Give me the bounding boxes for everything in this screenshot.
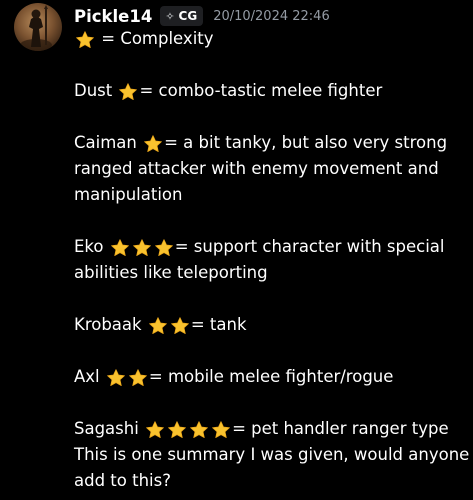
guild-tag-label: CG <box>178 9 198 23</box>
closing-text: This is one summary I was given, would a… <box>74 445 470 464</box>
entry-name: Krobaak <box>74 315 147 334</box>
star-icon <box>211 420 231 440</box>
star-rating <box>117 78 139 104</box>
star-icon <box>75 30 95 50</box>
entry-description: ranged attacker with enemy movement and <box>74 159 439 178</box>
entry-caiman-continued: ranged attacker with enemy movement and <box>74 156 464 182</box>
star-rating <box>144 416 232 442</box>
star-icon <box>170 316 190 336</box>
entry-name: Dust <box>74 81 118 100</box>
star-icon <box>145 420 165 440</box>
entry-eko-continued: abilities like teleporting <box>74 260 464 286</box>
entry-name: Axl <box>74 367 105 386</box>
timestamp: 20/10/2024 22:46 <box>213 8 330 24</box>
star-icon <box>154 238 174 258</box>
entry-eko: Eko = support character with special <box>74 234 464 260</box>
character-portrait-icon <box>20 5 52 51</box>
entry-caiman-continued: manipulation <box>74 182 464 208</box>
star-rating <box>74 26 96 52</box>
entry-dust: Dust = combo-tastic melee fighter <box>74 78 464 104</box>
star-icon <box>132 238 152 258</box>
avatar[interactable] <box>14 3 62 51</box>
star-icon <box>110 238 130 258</box>
star-icon <box>143 134 163 154</box>
entry-name: Sagashi <box>74 419 145 438</box>
entry-description: = pet handler ranger type <box>232 419 449 438</box>
star-icon <box>106 368 126 388</box>
message-content: = Complexity Dust = combo-tastic melee f… <box>74 26 469 494</box>
entry-name: Caiman <box>74 133 143 152</box>
entry-caiman: Caiman = a bit tanky, but also very stro… <box>74 130 464 156</box>
entry-description: = combo-tastic melee fighter <box>139 81 383 100</box>
closing-line: add to this? <box>74 468 464 494</box>
entry-krobaak: Krobaak = tank <box>74 312 464 338</box>
star-rating <box>105 364 149 390</box>
entry-description: = a bit tanky, but also very strong <box>164 133 448 152</box>
star-icon <box>167 420 187 440</box>
entry-description: abilities like teleporting <box>74 263 268 282</box>
star-rating <box>109 234 175 260</box>
closing-text: add to this? <box>74 471 171 490</box>
entry-description: manipulation <box>74 185 183 204</box>
sparkle-icon: ✧ <box>165 9 175 23</box>
entry-description: = tank <box>190 315 247 334</box>
guild-tag[interactable]: ✧ CG <box>160 6 204 26</box>
star-icon <box>128 368 148 388</box>
chat-message: Pickle14 ✧ CG 20/10/2024 22:46 = Complex… <box>0 0 473 500</box>
star-icon <box>148 316 168 336</box>
entry-description: = support character with special <box>174 237 445 256</box>
username[interactable]: Pickle14 <box>74 7 152 26</box>
message-header: Pickle14 ✧ CG 20/10/2024 22:46 <box>74 4 330 28</box>
entry-sagashi: Sagashi = pet handler ranger type <box>74 416 464 442</box>
legend-text: = Complexity <box>96 29 214 48</box>
entry-name: Eko <box>74 237 109 256</box>
star-rating <box>142 130 164 156</box>
entry-description: = mobile melee fighter/rogue <box>148 367 394 386</box>
star-icon <box>118 82 138 102</box>
star-icon <box>189 420 209 440</box>
star-rating <box>147 312 191 338</box>
closing-line: This is one summary I was given, would a… <box>74 442 469 468</box>
entry-axl: Axl = mobile melee fighter/rogue <box>74 364 464 390</box>
legend-line: = Complexity <box>74 26 464 52</box>
